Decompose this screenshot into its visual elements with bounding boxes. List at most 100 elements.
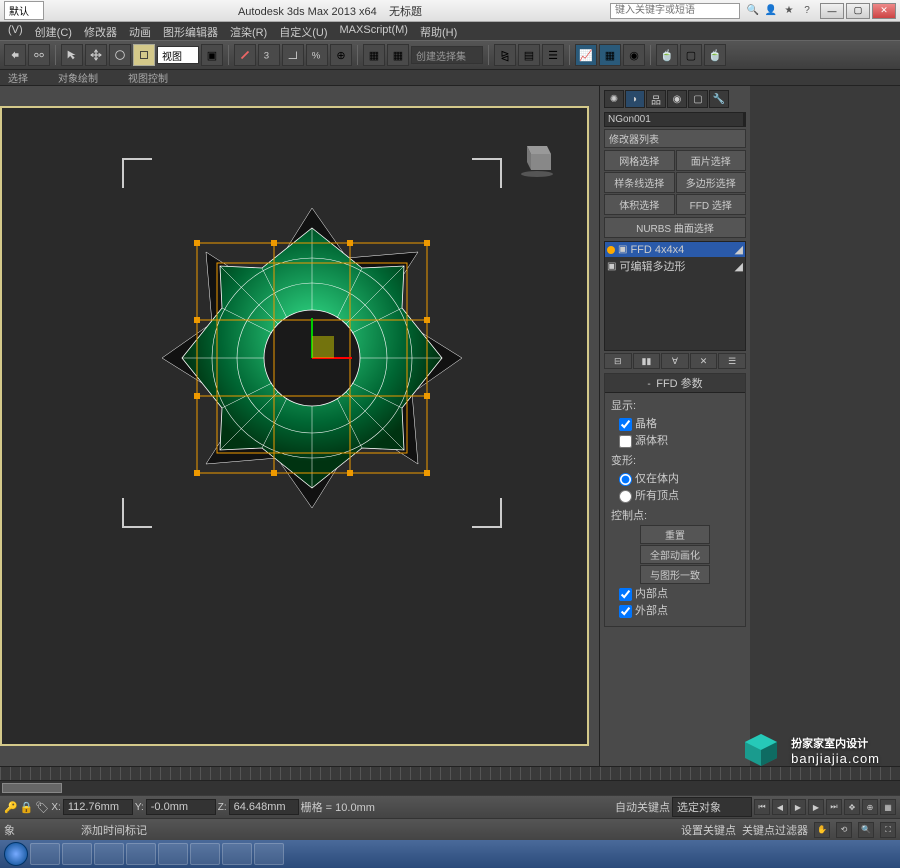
tab-modify[interactable]: ◗ [625, 90, 645, 108]
menu-animation[interactable]: 动画 [123, 22, 157, 40]
help-icon[interactable]: ? [800, 4, 814, 18]
help-search[interactable] [610, 3, 740, 19]
task-item[interactable] [190, 843, 220, 865]
spline-select-button[interactable]: 样条线选择 [604, 172, 675, 193]
inner-checkbox[interactable]: 内部点 [619, 585, 739, 601]
coord-z[interactable]: 64.648mm [229, 799, 299, 815]
align-button[interactable]: ▤ [518, 44, 540, 66]
viewport[interactable] [0, 86, 600, 766]
menu-modifiers[interactable]: 修改器 [78, 22, 123, 40]
rotate-button[interactable] [109, 44, 131, 66]
namedsel2-button[interactable]: ▦ [387, 44, 409, 66]
reset-button[interactable]: 重置 [640, 525, 710, 544]
modifier-list-dropdown[interactable]: 修改器列表 [604, 129, 746, 148]
time-slider[interactable] [0, 781, 900, 795]
material-button[interactable]: ◉ [623, 44, 645, 66]
lock-icon[interactable]: 🔒 [20, 801, 34, 814]
keymode-dropdown[interactable]: 选定对象 [672, 797, 752, 817]
start-button[interactable] [4, 842, 28, 866]
slider-thumb[interactable] [2, 783, 62, 793]
nav-max-button[interactable]: ⛶ [880, 822, 896, 838]
lattice-checkbox[interactable]: 晶格 [619, 415, 739, 431]
stack-item-ffd[interactable]: ▣ FFD 4x4x4◢ [605, 242, 745, 257]
nav-orbit-button[interactable]: ⟲ [836, 822, 852, 838]
menu-view[interactable]: (V) [2, 22, 29, 40]
show-result-button[interactable]: ▮▮ [633, 353, 661, 369]
ffd-select-button[interactable]: FFD 选择 [676, 194, 747, 215]
conform-button[interactable]: 与图形一致 [640, 565, 710, 584]
task-item[interactable] [94, 843, 124, 865]
modifier-stack[interactable]: ▣ FFD 4x4x4◢ ▣ 可编辑多边形◢ [604, 241, 746, 351]
goto-end-button[interactable]: ⏭ [826, 799, 842, 815]
maximize-button[interactable]: ▢ [846, 3, 870, 19]
task-item[interactable] [254, 843, 284, 865]
tag-icon[interactable]: 🏷 [35, 801, 49, 814]
key-icon[interactable]: 🔑 [4, 801, 18, 814]
vol-select-button[interactable]: 体积选择 [604, 194, 675, 215]
unique-button[interactable]: ∀ [661, 353, 689, 369]
add-time-tag[interactable]: 添加时间标记 [81, 822, 147, 838]
curve-editor-button[interactable]: 📈 [575, 44, 597, 66]
goto-start-button[interactable]: ⏮ [754, 799, 770, 815]
menu-graph[interactable]: 图形编辑器 [157, 22, 224, 40]
undo-button[interactable] [4, 44, 26, 66]
sub-paint[interactable]: 对象绘制 [58, 70, 98, 85]
mirror-button[interactable]: ⧎ [494, 44, 516, 66]
scale-button[interactable] [133, 44, 155, 66]
poly-select-button[interactable]: 多边形选择 [676, 172, 747, 193]
menu-custom[interactable]: 自定义(U) [273, 22, 333, 40]
task-item[interactable] [158, 843, 188, 865]
geometry-object[interactable] [142, 188, 482, 528]
coord-y[interactable]: -0.0mm [146, 799, 216, 815]
bulb-icon[interactable] [607, 246, 615, 254]
user-icon[interactable]: 👤 [764, 4, 778, 18]
animall-button[interactable]: 全部动画化 [640, 545, 710, 564]
task-item[interactable] [222, 843, 252, 865]
task-item[interactable] [62, 843, 92, 865]
render-button[interactable]: 🍵 [704, 44, 726, 66]
next-frame-button[interactable]: ▶ [808, 799, 824, 815]
coord-system-dropdown[interactable]: 视图 [157, 46, 199, 64]
prev-frame-button[interactable]: ◀ [772, 799, 788, 815]
render-frame-button[interactable]: ▢ [680, 44, 702, 66]
rollout-header[interactable]: - FFD 参数 [605, 374, 745, 393]
namedsel-button[interactable]: ▦ [363, 44, 385, 66]
minimize-button[interactable]: — [820, 3, 844, 19]
sub-viewctrl[interactable]: 视图控制 [128, 70, 168, 85]
menu-maxscript[interactable]: MAXScript(M) [334, 22, 414, 40]
viewport-canvas[interactable] [0, 106, 589, 746]
layers-button[interactable]: ☰ [542, 44, 564, 66]
angle-snap-button[interactable] [282, 44, 304, 66]
configure-button[interactable]: ☰ [718, 353, 746, 369]
manipulate-button[interactable] [234, 44, 256, 66]
pivot-button[interactable]: ▣ [201, 44, 223, 66]
task-item[interactable] [126, 843, 156, 865]
pin-stack-button[interactable]: ⊟ [604, 353, 632, 369]
coord-x[interactable]: 112.76mm [63, 799, 133, 815]
snap-button[interactable]: 3 [258, 44, 280, 66]
autokey-button[interactable]: 自动关键点 [615, 799, 670, 815]
stack-item-editpoly[interactable]: ▣ 可编辑多边形◢ [605, 257, 745, 275]
nav-button-3[interactable]: ▦ [880, 799, 896, 815]
nav-button-2[interactable]: ⊕ [862, 799, 878, 815]
object-color-swatch[interactable] [744, 112, 746, 127]
mesh-select-button[interactable]: 网格选择 [604, 150, 675, 171]
link-button[interactable] [28, 44, 50, 66]
menu-create[interactable]: 创建(C) [29, 22, 78, 40]
setkey-button[interactable]: 设置关键点 [681, 822, 736, 838]
source-checkbox[interactable]: 源体积 [619, 432, 739, 448]
spinner-snap-button[interactable]: ⊕ [330, 44, 352, 66]
nurbs-select-button[interactable]: NURBS 曲面选择 [604, 217, 746, 238]
tab-display[interactable]: ▢ [688, 90, 708, 108]
render-setup-button[interactable]: 🍵 [656, 44, 678, 66]
all-radio[interactable]: 所有顶点 [619, 487, 739, 503]
schematic-button[interactable]: ▦ [599, 44, 621, 66]
tab-create[interactable]: ✺ [604, 90, 624, 108]
search-icon[interactable]: 🔍 [746, 4, 760, 18]
select-button[interactable] [61, 44, 83, 66]
tab-utilities[interactable]: 🔧 [709, 90, 729, 108]
inside-radio[interactable]: 仅在体内 [619, 470, 739, 486]
viewcube[interactable] [517, 138, 557, 178]
percent-snap-button[interactable]: % [306, 44, 328, 66]
object-name-input[interactable] [604, 112, 744, 127]
